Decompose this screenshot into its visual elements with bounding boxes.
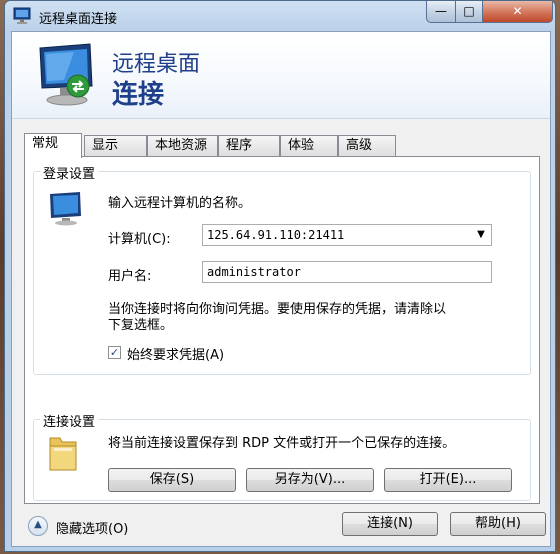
checkmark-icon: ✓ xyxy=(109,346,120,359)
tab-panel-general: 登录设置 输入远程计算机的名称。 计算机(C): 125.64.91.110:2… xyxy=(24,156,540,504)
computer-value: 125.64.91.110:21411 xyxy=(207,228,345,242)
tab-display[interactable]: 显示 xyxy=(84,135,147,157)
tab-programs[interactable]: 程序 xyxy=(218,135,280,157)
username-label: 用户名: xyxy=(108,269,152,284)
remote-desktop-icon xyxy=(13,7,31,24)
connection-settings-group: 连接设置 将当前连接设置保存到 RDP 文件或打开一个已保存的连接。 保存(S)… xyxy=(33,411,531,501)
header-banner: 远程桌面 连接 xyxy=(12,32,550,119)
login-settings-title: 登录设置 xyxy=(40,163,99,182)
tab-advanced[interactable]: 高级 xyxy=(338,135,396,157)
dropdown-arrow-icon[interactable]: ▼ xyxy=(473,225,489,245)
login-settings-group: 登录设置 输入远程计算机的名称。 计算机(C): 125.64.91.110:2… xyxy=(33,163,531,375)
dialog-client: 远程桌面 连接 常规 显示 本地资源 程序 体验 高级 登录设置 输入远程计算机… xyxy=(11,31,551,547)
tab-general[interactable]: 常规 xyxy=(24,133,82,158)
help-button[interactable]: 帮助(H) xyxy=(450,512,546,536)
save-as-button[interactable]: 另存为(V)... xyxy=(246,468,374,492)
banner-title-line2: 连接 xyxy=(112,80,165,110)
monitor-icon xyxy=(50,192,81,226)
open-button[interactable]: 打开(E)... xyxy=(384,468,512,492)
login-instruction: 输入远程计算机的名称。 xyxy=(108,196,252,211)
maximize-button[interactable]: □ xyxy=(455,1,483,23)
window-title: 远程桌面连接 xyxy=(39,12,118,27)
username-field[interactable]: administrator xyxy=(202,261,492,283)
close-button[interactable]: ✕ xyxy=(482,1,553,23)
username-value: administrator xyxy=(207,265,301,279)
title-bar[interactable]: 远程桌面连接 — □ ✕ xyxy=(5,1,555,31)
minimize-button[interactable]: — xyxy=(426,1,456,23)
credentials-info-line2: 下复选框。 xyxy=(108,318,174,333)
rdp-window: 远程桌面连接 — □ ✕ 远程桌面 连接 常规 显示 本地资源 程序 体验 高级 xyxy=(4,0,556,552)
connect-button[interactable]: 连接(N) xyxy=(342,512,438,536)
connection-settings-title: 连接设置 xyxy=(40,411,99,430)
save-button[interactable]: 保存(S) xyxy=(108,468,236,492)
monitor-icon xyxy=(39,43,93,106)
folder-icon xyxy=(49,437,77,471)
computer-label: 计算机(C): xyxy=(108,232,171,247)
always-ask-checkbox[interactable]: ✓ xyxy=(108,346,121,359)
always-ask-label[interactable]: 始终要求凭据(A) xyxy=(127,344,224,363)
connection-description: 将当前连接设置保存到 RDP 文件或打开一个已保存的连接。 xyxy=(108,436,456,451)
computer-combobox[interactable]: 125.64.91.110:21411 ▼ xyxy=(202,224,492,246)
hide-options-label[interactable]: 隐藏选项(O) xyxy=(56,518,128,537)
chevron-up-icon[interactable]: ▲ xyxy=(28,516,48,536)
tab-experience[interactable]: 体验 xyxy=(280,135,338,157)
tab-local-resources[interactable]: 本地资源 xyxy=(147,135,218,157)
